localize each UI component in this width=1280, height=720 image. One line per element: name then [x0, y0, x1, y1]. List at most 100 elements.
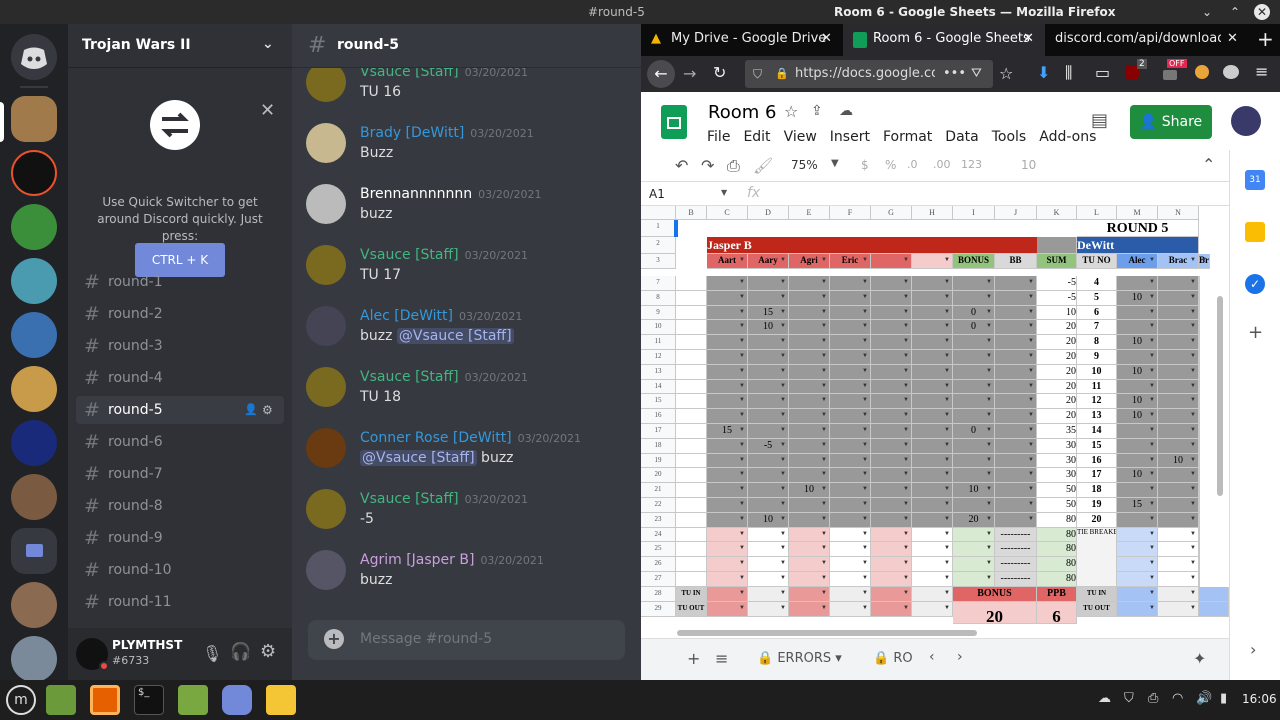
grid-cell[interactable]: ▼	[789, 305, 830, 321]
grid-cell[interactable]: ▼	[912, 557, 953, 572]
row-header[interactable]: 3	[641, 254, 676, 269]
dropdown-arrow-icon[interactable]: ▼	[821, 498, 827, 511]
print-icon[interactable]: ⎙	[727, 156, 740, 176]
dropdown-arrow-icon[interactable]: ▼	[821, 572, 827, 585]
dropdown-arrow-icon[interactable]: ▼	[862, 498, 868, 511]
grid-cell[interactable]: ▼	[871, 557, 912, 572]
row-header[interactable]: 26	[641, 557, 676, 572]
round-title[interactable]: ROUND 5	[1077, 220, 1199, 237]
dropdown-arrow-icon[interactable]: ▼	[1190, 335, 1196, 348]
dropdown-arrow-icon[interactable]: ▼	[903, 602, 909, 615]
grid-cell[interactable]: 20	[1037, 350, 1077, 365]
grid-cell[interactable]: ▼	[1199, 394, 1200, 410]
grid-cell[interactable]: ▼	[748, 409, 789, 424]
dropdown-arrow-icon[interactable]: ▼	[944, 254, 950, 267]
extension-icon[interactable]	[1163, 70, 1177, 80]
grid-cell[interactable]: 20	[1037, 320, 1077, 336]
font-size-select[interactable]: 10	[1021, 158, 1036, 172]
grid-cell[interactable]: 18	[1077, 483, 1117, 498]
avatar[interactable]	[306, 550, 346, 590]
column-label[interactable]: Aary ▼	[748, 254, 789, 269]
grid-cell[interactable]	[676, 527, 707, 543]
grid-cell[interactable]: ▼	[1199, 379, 1200, 395]
server-icon-4[interactable]	[11, 258, 57, 304]
message-input[interactable]: Message #round-5	[360, 631, 492, 647]
dropdown-arrow-icon[interactable]: ▼	[944, 498, 950, 511]
microphone-icon[interactable]: 🎙	[202, 644, 222, 663]
server-icon-3[interactable]	[11, 204, 57, 250]
grid-cell[interactable]: 0 ▼	[953, 424, 995, 439]
dropdown-arrow-icon[interactable]: ▼	[1028, 468, 1034, 481]
dropdown-arrow-icon[interactable]: ▼	[780, 320, 786, 333]
dropdown-arrow-icon[interactable]: ▼	[739, 365, 745, 378]
dropdown-arrow-icon[interactable]: ▼	[780, 335, 786, 348]
sidebar-icon[interactable]: ▭	[1095, 63, 1110, 82]
shield-tray-icon[interactable]: ⛉	[1124, 691, 1134, 706]
dropdown-arrow-icon[interactable]: ▼	[780, 483, 786, 496]
dropdown-arrow-icon[interactable]: ▼	[780, 365, 786, 378]
dropdown-arrow-icon[interactable]: ▼	[862, 542, 868, 555]
grid-cell[interactable]: ▼	[789, 394, 830, 410]
grid-cell[interactable]: ▼	[953, 350, 995, 365]
dropdown-arrow-icon[interactable]: ▼	[1149, 468, 1155, 481]
column-header[interactable]: F	[830, 206, 871, 220]
number-format-select[interactable]: 123	[961, 158, 982, 171]
dropdown-arrow-icon[interactable]: ▼	[1028, 350, 1034, 363]
message-author[interactable]: Conner Rose [DeWitt]	[360, 430, 512, 446]
grid-cell[interactable]: 15 ▼	[748, 305, 789, 321]
row-header[interactable]: 14	[641, 379, 676, 395]
grid-cell[interactable]: ▼	[871, 498, 912, 513]
dropdown-arrow-icon[interactable]: ▼	[986, 572, 992, 585]
grid-cell[interactable]: ▼	[748, 542, 789, 558]
dropdown-arrow-icon[interactable]: ▼	[1190, 513, 1196, 526]
grid-cell[interactable]: ▼	[789, 438, 830, 454]
dropdown-arrow-icon[interactable]: ▼	[862, 254, 868, 267]
row-header[interactable]: 16	[641, 409, 676, 424]
grid-cell[interactable]: ▼	[995, 394, 1037, 410]
grid-cell[interactable]: 11	[1077, 379, 1117, 395]
dropdown-arrow-icon[interactable]: ▼	[862, 365, 868, 378]
avatar[interactable]	[306, 245, 346, 285]
dropdown-arrow-icon[interactable]: ▼	[1149, 365, 1155, 378]
grid-cell[interactable]: ▼	[912, 586, 953, 602]
dropdown-arrow-icon[interactable]: ▼	[1028, 439, 1034, 452]
grid-cell[interactable]	[676, 379, 707, 395]
dropdown-arrow-icon[interactable]: ▼	[780, 439, 786, 452]
dropdown-arrow-icon[interactable]: ▼	[739, 528, 745, 541]
dropdown-arrow-icon[interactable]: ▼	[821, 483, 827, 496]
grid-cell[interactable]	[676, 438, 707, 454]
redo-icon[interactable]: ↷	[701, 156, 714, 175]
grid-cell[interactable]: ▼	[789, 409, 830, 424]
grid-cell[interactable]	[1037, 237, 1077, 254]
dropdown-arrow-icon[interactable]: ▼	[986, 291, 992, 304]
dropdown-arrow-icon[interactable]: ▼	[903, 454, 909, 467]
grid-cell[interactable]: ▼	[953, 364, 995, 380]
tu-in-label[interactable]: TU IN	[1077, 586, 1117, 602]
grid-cell[interactable]: 10 ▼	[953, 483, 995, 498]
add-sheet-icon[interactable]: +	[687, 649, 700, 668]
grid-cell[interactable]: ▼	[1199, 305, 1200, 321]
dropdown-arrow-icon[interactable]: ▼	[986, 439, 992, 452]
dropdown-arrow-icon[interactable]: ▼	[739, 409, 745, 422]
avatar[interactable]	[306, 367, 346, 407]
close-icon[interactable]: ✕	[260, 100, 275, 121]
dropdown-arrow-icon[interactable]: ▼	[903, 483, 909, 496]
grid-cell[interactable]: ▼	[871, 424, 912, 439]
dropdown-arrow-icon[interactable]: ▼	[821, 365, 827, 378]
grid-cell[interactable]: ▼	[830, 394, 871, 410]
grid-cell[interactable]: ▼	[1117, 527, 1158, 543]
grid-cell[interactable]: ▼	[789, 498, 830, 513]
dropdown-arrow-icon[interactable]: ▼	[1028, 365, 1034, 378]
grid-cell[interactable]: ▼	[789, 542, 830, 558]
name-box[interactable]: A1	[649, 187, 665, 201]
dropdown-arrow-icon[interactable]: ▼	[821, 254, 827, 267]
user-mention[interactable]: @Vsauce [Staff]	[396, 328, 514, 344]
dropdown-arrow-icon[interactable]: ▼	[780, 254, 786, 267]
dropdown-arrow-icon[interactable]: ▼	[862, 572, 868, 585]
dropdown-arrow-icon[interactable]: ▼	[944, 587, 950, 600]
dropdown-arrow-icon[interactable]: ▼	[986, 528, 992, 541]
dropdown-arrow-icon[interactable]: ▼	[986, 468, 992, 481]
extension-icon-2[interactable]	[1195, 65, 1209, 79]
grid-cell[interactable]: ▼	[1117, 512, 1158, 528]
dropdown-arrow-icon[interactable]: ▼	[739, 498, 745, 511]
